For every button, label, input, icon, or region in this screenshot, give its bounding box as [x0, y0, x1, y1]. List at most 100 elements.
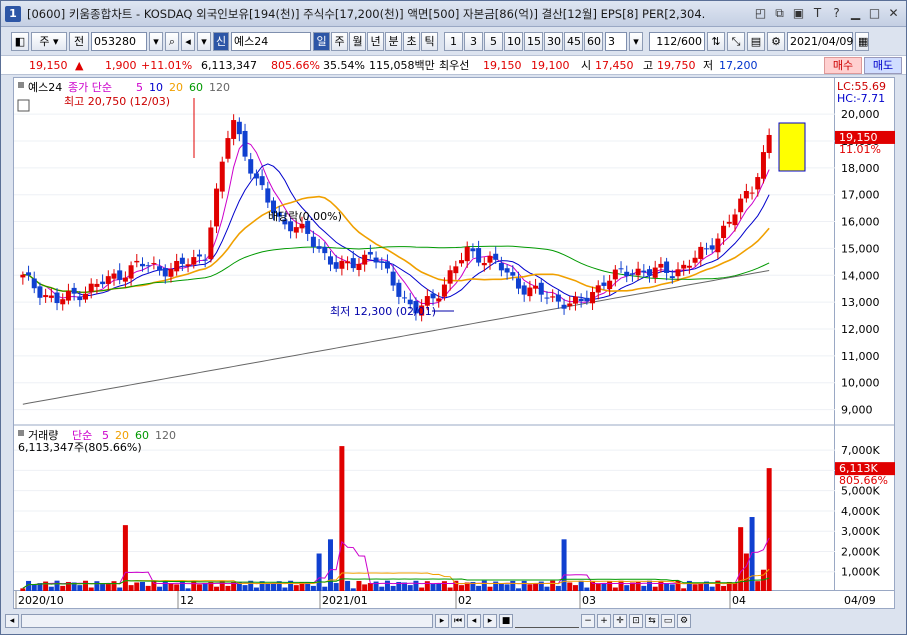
- buy-button[interactable]: 매수: [824, 57, 862, 74]
- candle-body: [345, 261, 351, 264]
- candle-body: [37, 286, 43, 298]
- candle-body: [242, 130, 248, 157]
- period-tabs: 일주월년분초틱: [313, 32, 438, 51]
- candle-body: [174, 260, 180, 272]
- candle-body: [402, 297, 408, 299]
- more-icon[interactable]: ▾: [197, 32, 211, 51]
- tile-icon[interactable]: ⧉: [771, 5, 788, 22]
- code-input[interactable]: 053280: [91, 32, 147, 51]
- restore-icon[interactable]: ◰: [752, 5, 769, 22]
- indicator-icon[interactable]: ⇅: [707, 32, 725, 51]
- period-tab-4[interactable]: 분: [385, 32, 402, 51]
- cross-icon[interactable]: ✛: [613, 614, 627, 628]
- period-tab-1[interactable]: 주: [331, 32, 348, 51]
- candle-body: [766, 134, 772, 153]
- period-tab-0[interactable]: 일: [313, 32, 330, 51]
- close-icon[interactable]: ✕: [885, 5, 902, 22]
- help-icon[interactable]: ?: [828, 5, 845, 22]
- interval-dropdown-icon[interactable]: ▾: [629, 32, 643, 51]
- candle-body: [493, 253, 499, 260]
- interval-button-30[interactable]: 30: [544, 32, 563, 51]
- chart-svg[interactable]: 예스24 종가 단순 5 10 20 60 120 최고 20,750 (12/03) 배당락(…: [14, 78, 836, 592]
- grid-toggle-icon[interactable]: [17, 99, 30, 112]
- candle-body: [441, 284, 447, 297]
- scroll-left-icon[interactable]: ◂: [5, 614, 19, 628]
- sell-button[interactable]: 매도: [864, 57, 902, 74]
- first-page-icon[interactable]: ⏮: [451, 614, 465, 628]
- date-field[interactable]: 2021/04/09: [787, 32, 853, 51]
- disk-icon[interactable]: ▤: [747, 32, 765, 51]
- scroll-bar: ◂ ▸ ⏮ ◂ ▸ ■ − + ✛ ⊡ ⇆ ▭ ⚙: [1, 611, 906, 631]
- save-icon[interactable]: ▣: [790, 5, 807, 22]
- link-icon[interactable]: ⇆: [645, 614, 659, 628]
- candle-body: [675, 269, 681, 277]
- zoom-area-icon[interactable]: ⊡: [629, 614, 643, 628]
- config-icon[interactable]: ⚙: [677, 614, 691, 628]
- candle-body: [362, 254, 368, 265]
- price-tick: 9,000: [841, 404, 873, 417]
- code-dropdown-icon[interactable]: ▾: [149, 32, 163, 51]
- candle-body: [231, 120, 237, 139]
- interval-input[interactable]: 3: [605, 32, 627, 51]
- x-tick-label: 2020/10: [18, 594, 64, 607]
- interval-button-15[interactable]: 15: [524, 32, 543, 51]
- period-tab-2[interactable]: 월: [349, 32, 366, 51]
- candle-body: [60, 299, 66, 305]
- interval-button-5[interactable]: 5: [484, 32, 503, 51]
- line-tool-icon[interactable]: ⤡: [727, 32, 745, 51]
- play-icon[interactable]: ▸: [483, 614, 497, 628]
- layout-icon[interactable]: ◧: [11, 32, 29, 51]
- gear-icon[interactable]: ⚙: [767, 32, 785, 51]
- stock-name-field[interactable]: 예스24: [231, 32, 311, 51]
- calendar-icon[interactable]: ▦: [855, 32, 869, 51]
- font-icon[interactable]: T: [809, 5, 826, 22]
- interval-button-60[interactable]: 60: [584, 32, 603, 51]
- up-arrow-icon: ▲: [75, 58, 84, 72]
- market-button[interactable]: 전: [69, 32, 89, 51]
- change-value: 1,900: [105, 58, 137, 72]
- candle-body: [544, 297, 550, 299]
- interval-button-1[interactable]: 1: [444, 32, 463, 51]
- zoom-slider[interactable]: [515, 614, 579, 628]
- candle-body: [715, 238, 721, 253]
- candle-body: [635, 268, 641, 276]
- maximize-icon[interactable]: □: [866, 5, 883, 22]
- scroll-track[interactable]: [21, 614, 433, 628]
- prev-page-icon[interactable]: ◂: [467, 614, 481, 628]
- zoom-in-icon[interactable]: +: [597, 614, 611, 628]
- candle-body: [584, 297, 590, 302]
- minimize-icon[interactable]: ▁: [847, 5, 864, 22]
- candle-body: [572, 296, 578, 304]
- period-tab-6[interactable]: 틱: [421, 32, 438, 51]
- interval-button-3[interactable]: 3: [464, 32, 483, 51]
- candle-body: [396, 282, 402, 297]
- candle-body: [134, 260, 140, 263]
- zoom-out-icon[interactable]: −: [581, 614, 595, 628]
- turnover-rate: 35.54%: [323, 58, 365, 72]
- candle-body: [487, 255, 493, 263]
- legend-ma-5: 5: [136, 81, 143, 94]
- period-tab-5[interactable]: 초: [403, 32, 420, 51]
- candle-body: [94, 283, 100, 287]
- candle-body: [196, 254, 202, 257]
- candle-body: [555, 294, 561, 302]
- price-tick: 16,000: [841, 216, 880, 229]
- candle-body: [686, 265, 692, 268]
- print-icon[interactable]: ▭: [661, 614, 675, 628]
- last-page-icon[interactable]: ■: [499, 614, 513, 628]
- candle-body: [219, 161, 225, 192]
- search-icon[interactable]: ⌕: [165, 32, 179, 51]
- candle-body: [202, 259, 208, 261]
- candle-body: [703, 248, 709, 250]
- low-value: 17,200: [719, 58, 758, 72]
- price-tick: 18,000: [841, 162, 880, 175]
- period-tab-3[interactable]: 년: [367, 32, 384, 51]
- interval-button-10[interactable]: 10: [504, 32, 523, 51]
- type-select[interactable]: 주 ▾: [31, 32, 67, 51]
- chart-area[interactable]: 예스24 종가 단순 5 10 20 60 120 최고 20,750 (12/03) 배당락(…: [13, 77, 836, 592]
- sound-icon[interactable]: ◂: [181, 32, 195, 51]
- count-field[interactable]: 112/600: [649, 32, 705, 51]
- candle-body: [384, 261, 390, 269]
- interval-button-45[interactable]: 45: [564, 32, 583, 51]
- scroll-right-icon[interactable]: ▸: [435, 614, 449, 628]
